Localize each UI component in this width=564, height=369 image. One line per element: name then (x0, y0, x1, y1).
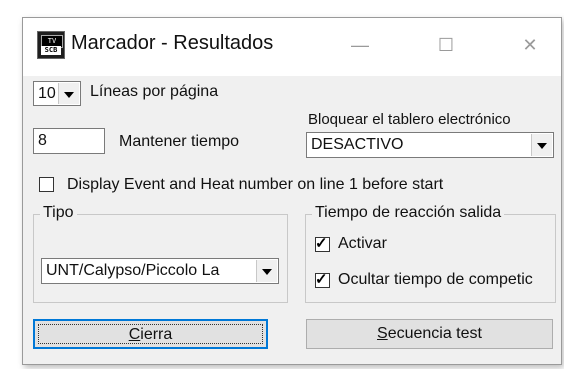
lock-board-dropdown-button[interactable] (531, 134, 552, 156)
sequence-test-button[interactable]: Secuencia test (306, 319, 553, 349)
hold-time-input[interactable]: 8 (33, 128, 105, 154)
sequence-test-mnemonic: S (377, 325, 388, 342)
lock-board-select[interactable]: DESACTIVO (306, 132, 554, 158)
ocultar-label: Ocultar tiempo de competic (338, 271, 533, 288)
minimize-button[interactable]: — (337, 28, 383, 62)
maximize-button[interactable]: ☐ (423, 28, 469, 62)
lines-per-page-select[interactable]: 10 (33, 81, 81, 106)
tipo-group: Tipo UNT/Calypso/Piccolo La (33, 204, 288, 303)
reaction-time-group-label: Tiempo de reacción salida (312, 204, 505, 222)
lines-per-page-value: 10 (38, 85, 56, 102)
ocultar-checkbox[interactable]: ✓ (315, 271, 330, 288)
tipo-group-label: Tipo (40, 204, 77, 222)
check-icon: ✓ (315, 271, 328, 288)
chevron-down-icon (262, 269, 272, 275)
chevron-down-icon (64, 92, 74, 98)
dialog-window: TV SCB Marcador - Resultados — ☐ ✕ 10 Lí… (22, 17, 562, 365)
sequence-test-label: ecuencia test (387, 325, 482, 342)
close-window-button[interactable]: ✕ (507, 28, 553, 62)
window-title: Marcador - Resultados (71, 32, 274, 54)
display-event-checkbox[interactable] (39, 177, 54, 192)
tipo-value: UNT/Calypso/Piccolo La (46, 262, 220, 279)
tipo-dropdown-button[interactable] (256, 260, 277, 282)
display-event-label: Display Event and Heat number on line 1 … (67, 176, 444, 193)
chevron-down-icon (537, 143, 547, 149)
hold-time-label: Mantener tiempo (119, 133, 240, 150)
lock-board-label: Bloquear el tablero electrónico (308, 111, 511, 128)
focus-rectangle (38, 324, 263, 344)
reaction-time-group: Tiempo de reacción salida ✓ Activar ✓ Oc… (305, 204, 556, 303)
icon-scb-text: SCB (41, 46, 61, 55)
lock-board-value: DESACTIVO (311, 136, 404, 153)
scoreboard-app-icon: TV SCB (37, 31, 65, 59)
activar-checkbox[interactable]: ✓ (315, 235, 330, 252)
hold-time-value: 8 (38, 132, 47, 149)
close-button[interactable]: Cierra (33, 319, 268, 349)
lines-per-page-label: Líneas por página (90, 83, 219, 100)
lines-per-page-dropdown-button[interactable] (58, 83, 79, 104)
tipo-select[interactable]: UNT/Calypso/Piccolo La (41, 258, 279, 284)
activar-label: Activar (338, 235, 387, 252)
check-icon: ✓ (315, 235, 328, 252)
title-bar: TV SCB Marcador - Resultados — ☐ ✕ (23, 18, 561, 76)
